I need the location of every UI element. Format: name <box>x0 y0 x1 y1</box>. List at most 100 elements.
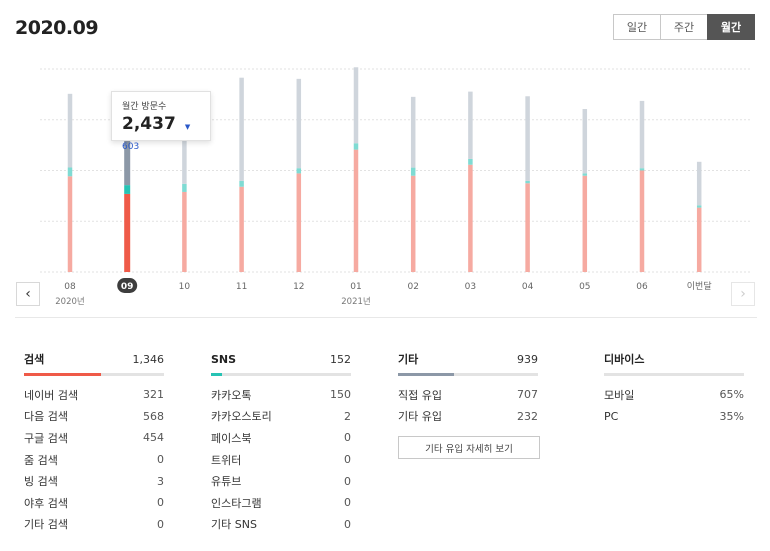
tick-label-이번달: 이번달 <box>687 280 712 292</box>
bar-etc-12 <box>296 78 302 169</box>
row-label: 모바일 <box>604 388 635 402</box>
row-value: 0 <box>157 517 164 531</box>
list-item: 유튜브 0 <box>211 470 351 492</box>
row-value: 232 <box>517 409 538 423</box>
bar-etc-이번달 <box>696 161 702 206</box>
panel-share-fill <box>398 373 454 376</box>
bar-sns-01 <box>353 143 359 150</box>
list-item: 트위터 0 <box>211 449 351 471</box>
bar-etc-05 <box>582 109 588 174</box>
panel-total: 939 <box>517 352 538 366</box>
list-item: 페이스북 0 <box>211 427 351 449</box>
list-item: 다음 검색 568 <box>24 406 164 428</box>
row-label: 인스타그램 <box>211 496 262 510</box>
tick-label-02: 02 <box>407 282 418 292</box>
chevron-right-icon: › <box>740 286 746 302</box>
panel-device: 디바이스 모바일 65% PC 35% <box>604 349 744 427</box>
list-item: PC 35% <box>604 406 744 428</box>
bar-etc-06 <box>639 100 645 169</box>
row-value: 0 <box>157 496 164 510</box>
panel-share-fill <box>24 373 101 376</box>
list-item: 카카오톡 150 <box>211 384 351 406</box>
row-value: 568 <box>143 409 164 423</box>
list-item: 직접 유입 707 <box>398 384 538 406</box>
tick-label-08: 08 <box>64 282 76 292</box>
panel-title: SNS <box>211 352 237 366</box>
row-value: 321 <box>143 388 164 402</box>
panel-rows: 모바일 65% PC 35% <box>604 384 744 427</box>
bar-search-09 <box>124 193 131 272</box>
etc-detail-button[interactable]: 기타 유입 자세히 보기 <box>398 436 540 460</box>
tick-label-05: 05 <box>579 282 590 292</box>
tooltip-diff-value: 603 <box>122 142 140 152</box>
panel-share-fill <box>211 373 223 376</box>
row-label: 유튜브 <box>211 475 242 489</box>
list-item: 카카오스토리 2 <box>211 406 351 428</box>
panel-rows: 네이버 검색 321 다음 검색 568 구글 검색 454 줌 검색 0 빙 검색 3 … <box>24 384 164 535</box>
chart-next-button[interactable]: › <box>731 282 755 306</box>
bar-search-04 <box>525 183 530 272</box>
bar-sns-04 <box>525 180 530 184</box>
row-label: 카카오톡 <box>211 388 252 402</box>
bar-search-이번달 <box>696 207 702 272</box>
bar-etc-03 <box>468 91 473 159</box>
row-label: 기타 SNS <box>211 518 257 532</box>
row-value: 707 <box>517 388 538 402</box>
chevron-left-icon: ‹ <box>25 286 31 302</box>
row-value: 2 <box>344 409 351 423</box>
list-item: 줌 검색 0 <box>24 449 164 471</box>
panel-title: 디바이스 <box>604 353 645 366</box>
row-label: 기타 검색 <box>24 518 68 532</box>
list-item: 빙 검색 3 <box>24 470 164 492</box>
bar-search-12 <box>296 173 302 272</box>
tick-label-04: 04 <box>522 282 534 292</box>
panel-sns: SNS 152 카카오톡 150 카카오스토리 2 페이스북 0 트위터 0 유튜브 0 … <box>211 349 351 535</box>
panel-total: 1,346 <box>132 352 165 366</box>
bar-search-01 <box>353 149 359 272</box>
bar-etc-08 <box>67 93 73 168</box>
bar-search-10 <box>182 191 187 272</box>
row-value: 0 <box>344 431 351 445</box>
chart-prev-button[interactable]: ‹ <box>16 282 40 306</box>
row-value: 0 <box>344 453 351 467</box>
row-value: 35% <box>719 409 744 423</box>
bar-sns-05 <box>582 173 588 176</box>
row-label: PC <box>604 409 619 423</box>
bar-search-02 <box>410 175 416 272</box>
panel-title: 검색 <box>24 353 45 366</box>
tooltip-label: 월간 방문수 <box>122 102 167 112</box>
panel-rows: 카카오톡 150 카카오스토리 2 페이스북 0 트위터 0 유튜브 0 인스타그램 0 기… <box>211 384 351 535</box>
bar-search-06 <box>639 170 645 272</box>
panel-share-bar <box>398 373 538 376</box>
panel-title: 기타 <box>398 353 419 366</box>
tick-label-03: 03 <box>465 282 476 292</box>
panel-search: 검색 1,346 네이버 검색 321 다음 검색 568 구글 검색 454 줌 검… <box>24 349 164 535</box>
bar-search-05 <box>582 175 588 272</box>
bar-sns-10 <box>182 183 187 192</box>
row-label: 페이스북 <box>211 431 252 445</box>
tick-label-10: 10 <box>179 282 191 292</box>
tick-label-12: 12 <box>293 282 304 292</box>
bar-etc-01 <box>353 67 359 144</box>
row-label: 빙 검색 <box>24 475 58 489</box>
year-label: 2021년 <box>341 296 370 307</box>
bar-sns-이번달 <box>696 205 702 208</box>
list-item: 모바일 65% <box>604 384 744 406</box>
bar-etc-04 <box>525 96 530 181</box>
visits-bar-chart: 08 09 10 11 12 01 02 03 04 05 06 이번달 2020년 2021년 <box>40 67 752 307</box>
visits-chart: 08 09 10 11 12 01 02 03 04 05 06 이번달 2020년 2021년 <box>0 0 770 320</box>
bar-sns-02 <box>410 167 416 176</box>
bar-search-03 <box>468 164 473 272</box>
chart-tooltip: 월간 방문수 2,437 ▼ 603 <box>111 91 211 152</box>
list-item: 기타 SNS 0 <box>211 514 351 536</box>
bar-sns-08 <box>67 167 73 177</box>
row-value: 0 <box>344 496 351 510</box>
tick-label-06: 06 <box>636 282 648 292</box>
year-label: 2020년 <box>55 296 84 307</box>
tick-label-01: 01 <box>350 282 361 292</box>
panel-share-bar <box>24 373 164 376</box>
bar-sns-09 <box>124 185 131 194</box>
row-value: 150 <box>330 388 351 402</box>
list-item: 기타 검색 0 <box>24 514 164 536</box>
panel-etc: 기타 939 직접 유입 707 기타 유입 232 기타 유입 자세히 보기 <box>398 349 540 460</box>
